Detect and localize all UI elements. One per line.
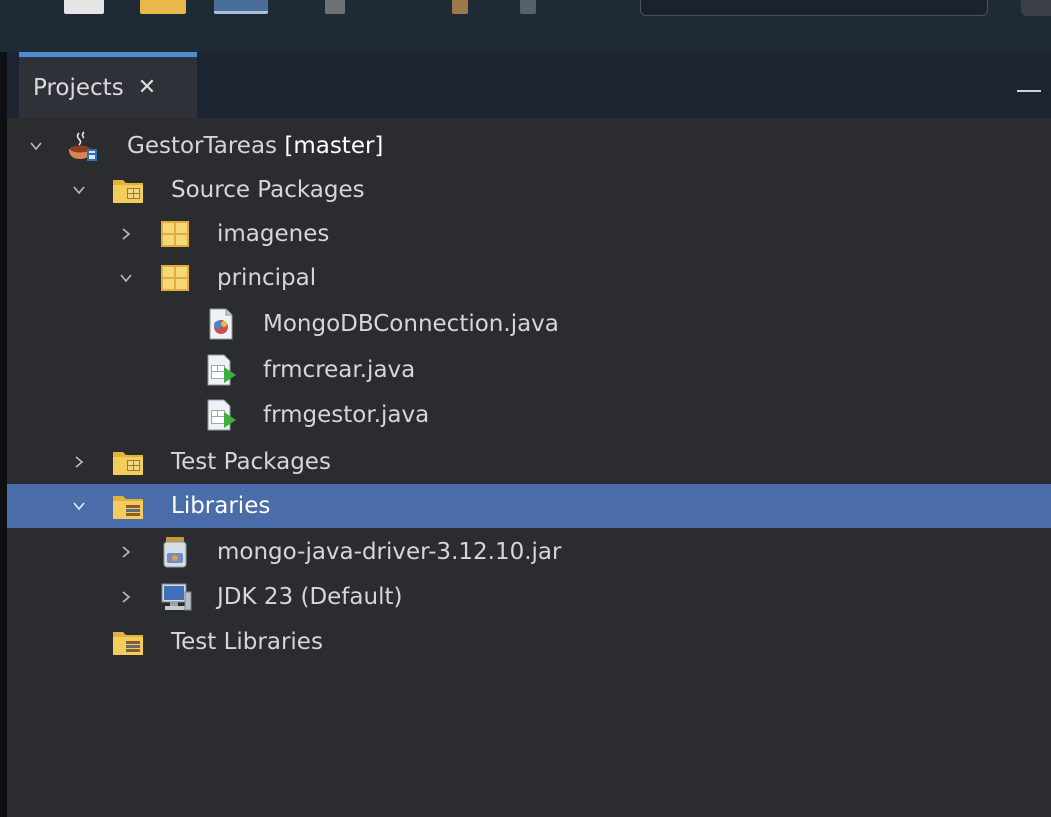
chevron-right-icon[interactable] (68, 440, 90, 484)
undo-icon[interactable] (325, 0, 345, 14)
chevron-down-icon[interactable] (25, 124, 47, 168)
tree-node-label: imagenes (217, 221, 330, 247)
tree-node-label: mongo-java-driver-3.12.10.jar (217, 539, 562, 565)
tree-node-label: frmgestor.java (263, 402, 430, 428)
window-edge (0, 0, 7, 817)
tree-node-label: Test Packages (171, 449, 331, 475)
close-icon[interactable]: ✕ (138, 75, 156, 100)
source-folder-icon (111, 173, 145, 207)
chevron-right-icon[interactable] (115, 575, 137, 619)
chevron-right-icon[interactable] (115, 212, 137, 256)
tree-node-test-packages[interactable]: Test Packages (7, 440, 1051, 484)
test-folder-icon (111, 445, 145, 479)
tree-node-package-principal[interactable]: principal (7, 256, 1051, 300)
tree-node-label: MongoDBConnection.java (263, 311, 559, 337)
new-project-icon[interactable] (140, 0, 186, 14)
search-input[interactable] (640, 0, 988, 16)
jar-icon (159, 535, 193, 569)
git-branch-label: [master] (284, 133, 384, 159)
package-icon (159, 261, 193, 295)
tree-node-label: JDK 23 (Default) (217, 584, 403, 610)
tree-node-source-packages[interactable]: Source Packages (7, 168, 1051, 212)
build-icon[interactable] (452, 0, 468, 14)
clean-build-icon[interactable] (520, 0, 536, 14)
chevron-right-icon[interactable] (115, 530, 137, 574)
java-project-icon (65, 129, 99, 163)
tab-projects[interactable]: Projects ✕ (19, 52, 197, 118)
main-toolbar (0, 0, 1051, 52)
tree-node-jdk[interactable]: JDK 23 (Default) (7, 575, 1051, 619)
tree-node-libraries[interactable]: Libraries (7, 484, 1051, 528)
tree-node-label: Test Libraries (171, 629, 323, 655)
libraries-folder-icon (111, 489, 145, 523)
project-name: GestorTareas (127, 133, 278, 159)
jdk-icon (159, 580, 193, 614)
tree-node-label: frmcrear.java (263, 357, 416, 383)
chevron-down-icon[interactable] (68, 484, 90, 528)
save-icon[interactable] (214, 0, 268, 14)
chevron-down-icon[interactable] (115, 256, 137, 300)
libraries-folder-icon (111, 625, 145, 659)
java-form-icon (204, 398, 238, 432)
new-file-icon[interactable] (64, 0, 104, 14)
tree-node-project[interactable]: GestorTareas [master] (7, 124, 1051, 168)
minimize-icon[interactable] (1017, 90, 1041, 92)
tree-node-label: principal (217, 265, 317, 291)
java-form-icon (204, 353, 238, 387)
tree-node-library-jar[interactable]: mongo-java-driver-3.12.10.jar (7, 530, 1051, 574)
toolbar-overflow-icon[interactable] (1021, 0, 1051, 16)
tree-node-test-libraries[interactable]: Test Libraries (7, 620, 1051, 664)
tree-node-file[interactable]: frmgestor.java (7, 393, 1051, 437)
tree-node-label: Source Packages (171, 177, 365, 203)
tree-node-label: Libraries (171, 493, 271, 519)
tree-node-package-imagenes[interactable]: imagenes (7, 212, 1051, 256)
tree-node-file[interactable]: frmcrear.java (7, 348, 1051, 392)
projects-tab-bar: Projects ✕ (7, 52, 1051, 118)
tab-projects-label: Projects (33, 74, 124, 101)
package-icon (159, 217, 193, 251)
java-class-icon (204, 307, 238, 341)
tree-node-file[interactable]: MongoDBConnection.java (7, 302, 1051, 346)
chevron-down-icon[interactable] (68, 168, 90, 212)
